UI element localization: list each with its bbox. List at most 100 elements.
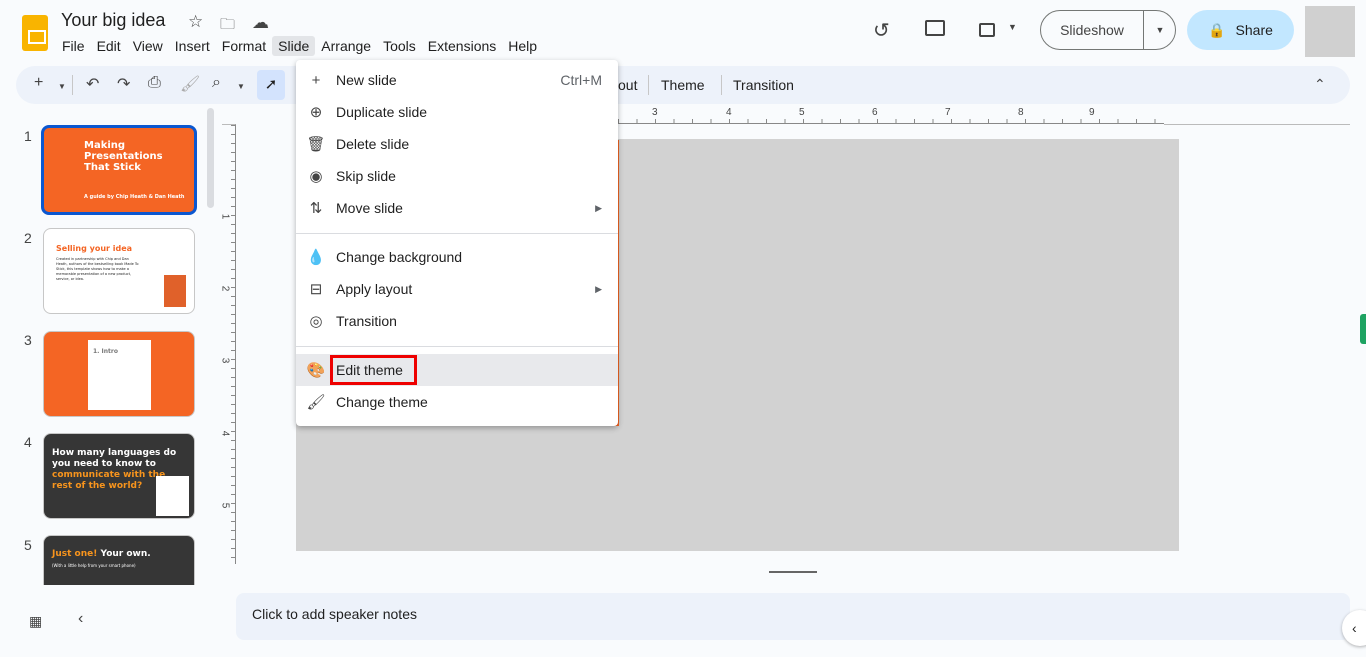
print-icon[interactable]: ⎙ <box>148 74 161 92</box>
menu-insert[interactable]: Insert <box>169 36 216 56</box>
select-tool-icon[interactable]: ➚ <box>257 70 285 100</box>
lock-icon: 🔒 <box>1208 21 1226 38</box>
menu-help[interactable]: Help <box>502 36 543 56</box>
avatar[interactable] <box>1305 6 1355 57</box>
move-icon: ⇅ <box>309 200 323 217</box>
side-panel-tab[interactable] <box>1360 314 1366 344</box>
fill-drop-icon: 💧 <box>306 249 326 266</box>
share-button[interactable]: 🔒 Share <box>1187 10 1294 50</box>
thumb-title: How many languages do you need to know t… <box>52 448 177 469</box>
menu-item-move-slide[interactable]: ⇅ Move slide ▶ <box>296 192 618 224</box>
layout-icon: ⊟ <box>309 281 323 298</box>
menu-item-label: Delete slide <box>336 136 410 152</box>
paint-format-icon[interactable]: 🖌 <box>180 74 200 94</box>
slide-number: 5 <box>24 537 32 553</box>
ruler-tick: 4 <box>219 430 231 437</box>
ruler-tick: 7 <box>945 107 951 118</box>
thumb-subtitle: A guide by Chip Heath & Dan Heath <box>84 194 185 200</box>
menu-item-duplicate-slide[interactable]: ⊕ Duplicate slide <box>296 96 618 128</box>
thumb-title: Making Presentations That Stick <box>84 140 163 173</box>
version-history-icon[interactable]: ↺ <box>873 18 890 43</box>
vertical-ruler[interactable]: 1 2 3 4 5 <box>219 124 236 564</box>
menu-item-label: Transition <box>336 313 397 329</box>
new-slide-dropdown-icon[interactable]: ▼ <box>58 82 66 91</box>
slide-number: 3 <box>24 332 32 348</box>
document-title[interactable]: Your big idea <box>61 10 165 31</box>
star-icon[interactable]: ☆ <box>188 12 203 32</box>
slide-thumbnail-3[interactable]: 1. Intro <box>43 331 195 417</box>
transition-button[interactable]: Transition <box>733 77 794 93</box>
divider <box>72 75 73 95</box>
paper-image: 1. Intro <box>88 340 151 410</box>
horizontal-ruler[interactable]: 3 4 5 6 7 8 9 <box>618 107 1164 124</box>
undo-icon[interactable]: ↶ <box>86 74 99 94</box>
menu-view[interactable]: View <box>127 36 169 56</box>
thumb-title: Your own. <box>100 549 151 559</box>
thumb-title-highlight: Just one! <box>52 549 98 559</box>
slide-thumbnail-4[interactable]: How many languages do you need to know t… <box>43 433 195 519</box>
comments-icon[interactable] <box>925 20 945 36</box>
ruler-tick: 5 <box>219 502 231 509</box>
menu-item-label: Apply layout <box>336 281 413 297</box>
transition-icon: ◎ <box>309 313 323 330</box>
menu-item-delete-slide[interactable]: 🗑 Delete slide <box>296 128 618 160</box>
zoom-dropdown-icon[interactable]: ▼ <box>237 82 245 91</box>
menu-format[interactable]: Format <box>216 36 272 56</box>
menu-edit[interactable]: Edit <box>91 36 127 56</box>
slide-thumbnail-1[interactable]: Making Presentations That Stick A guide … <box>41 125 197 215</box>
menu-item-label: Duplicate slide <box>336 104 428 120</box>
divider <box>648 75 649 95</box>
submenu-arrow-icon: ▶ <box>595 283 602 294</box>
layout-button[interactable]: out <box>618 77 637 93</box>
book-image <box>164 275 186 307</box>
thumb-title-highlight: communicate with the rest of the world? <box>52 470 166 491</box>
slides-logo[interactable] <box>22 15 48 51</box>
menu-slide[interactable]: Slide <box>272 36 316 56</box>
menu-item-apply-layout[interactable]: ⊟ Apply layout ▶ <box>296 273 618 305</box>
zoom-icon[interactable]: ⌕ <box>212 74 221 92</box>
ruler-tick: 3 <box>652 107 658 118</box>
eye-icon: ◉ <box>309 168 323 185</box>
menu-item-new-slide[interactable]: + New slide Ctrl+M <box>296 64 618 96</box>
trash-icon: 🗑 <box>306 136 326 153</box>
collapse-filmstrip-icon[interactable]: ‹ <box>78 610 83 628</box>
ruler-tick: 2 <box>219 285 231 292</box>
menu-tools[interactable]: Tools <box>377 36 422 56</box>
ruler-tick: 1 <box>219 213 231 220</box>
menu-bar: File Edit View Insert Format Slide Arran… <box>56 36 543 56</box>
divider <box>296 346 618 347</box>
menu-item-label: New slide <box>336 72 397 88</box>
menu-item-change-theme[interactable]: 🖌 Change theme <box>296 386 618 418</box>
slide-thumbnail-5[interactable]: Just one! Your own. (With a little help … <box>43 535 195 585</box>
side-panel-toggle[interactable]: ‹ <box>1342 610 1366 646</box>
divider <box>296 233 618 234</box>
redo-icon[interactable]: ↷ <box>117 74 130 94</box>
slide-thumbnail-2[interactable]: Selling your idea Created in partnership… <box>43 228 195 314</box>
paper-image <box>156 476 189 516</box>
menu-item-change-background[interactable]: 💧 Change background <box>296 241 618 273</box>
meet-dropdown-icon[interactable]: ▼ <box>1008 22 1017 32</box>
speaker-notes-placeholder: Click to add speaker notes <box>252 606 417 622</box>
menu-item-skip-slide[interactable]: ◉ Skip slide <box>296 160 618 192</box>
meet-icon[interactable] <box>979 23 995 37</box>
theme-button[interactable]: Theme <box>661 77 705 93</box>
slideshow-button[interactable]: Slideshow <box>1041 11 1143 49</box>
new-slide-icon[interactable]: + <box>34 74 43 92</box>
notes-resize-handle[interactable] <box>769 571 817 573</box>
filmstrip-scrollbar[interactable] <box>207 108 214 208</box>
ruler-tick: 5 <box>799 107 805 118</box>
plus-icon: + <box>311 71 321 89</box>
menu-item-transition[interactable]: ◎ Transition <box>296 305 618 337</box>
ruler-tick: 9 <box>1089 107 1095 118</box>
grid-view-icon[interactable]: ▦ <box>29 613 42 630</box>
divider <box>721 75 722 95</box>
menu-extensions[interactable]: Extensions <box>422 36 502 56</box>
cloud-saved-icon[interactable]: ☁ <box>252 13 269 33</box>
slideshow-options-icon[interactable]: ▼ <box>1144 11 1176 49</box>
menu-file[interactable]: File <box>56 36 91 56</box>
collapse-toolbar-icon[interactable]: ⌃ <box>1314 76 1326 93</box>
speaker-notes[interactable]: Click to add speaker notes <box>236 593 1350 640</box>
menu-arrange[interactable]: Arrange <box>315 36 377 56</box>
ruler-tick: 8 <box>1018 107 1024 118</box>
menu-item-label: Change background <box>336 249 463 265</box>
